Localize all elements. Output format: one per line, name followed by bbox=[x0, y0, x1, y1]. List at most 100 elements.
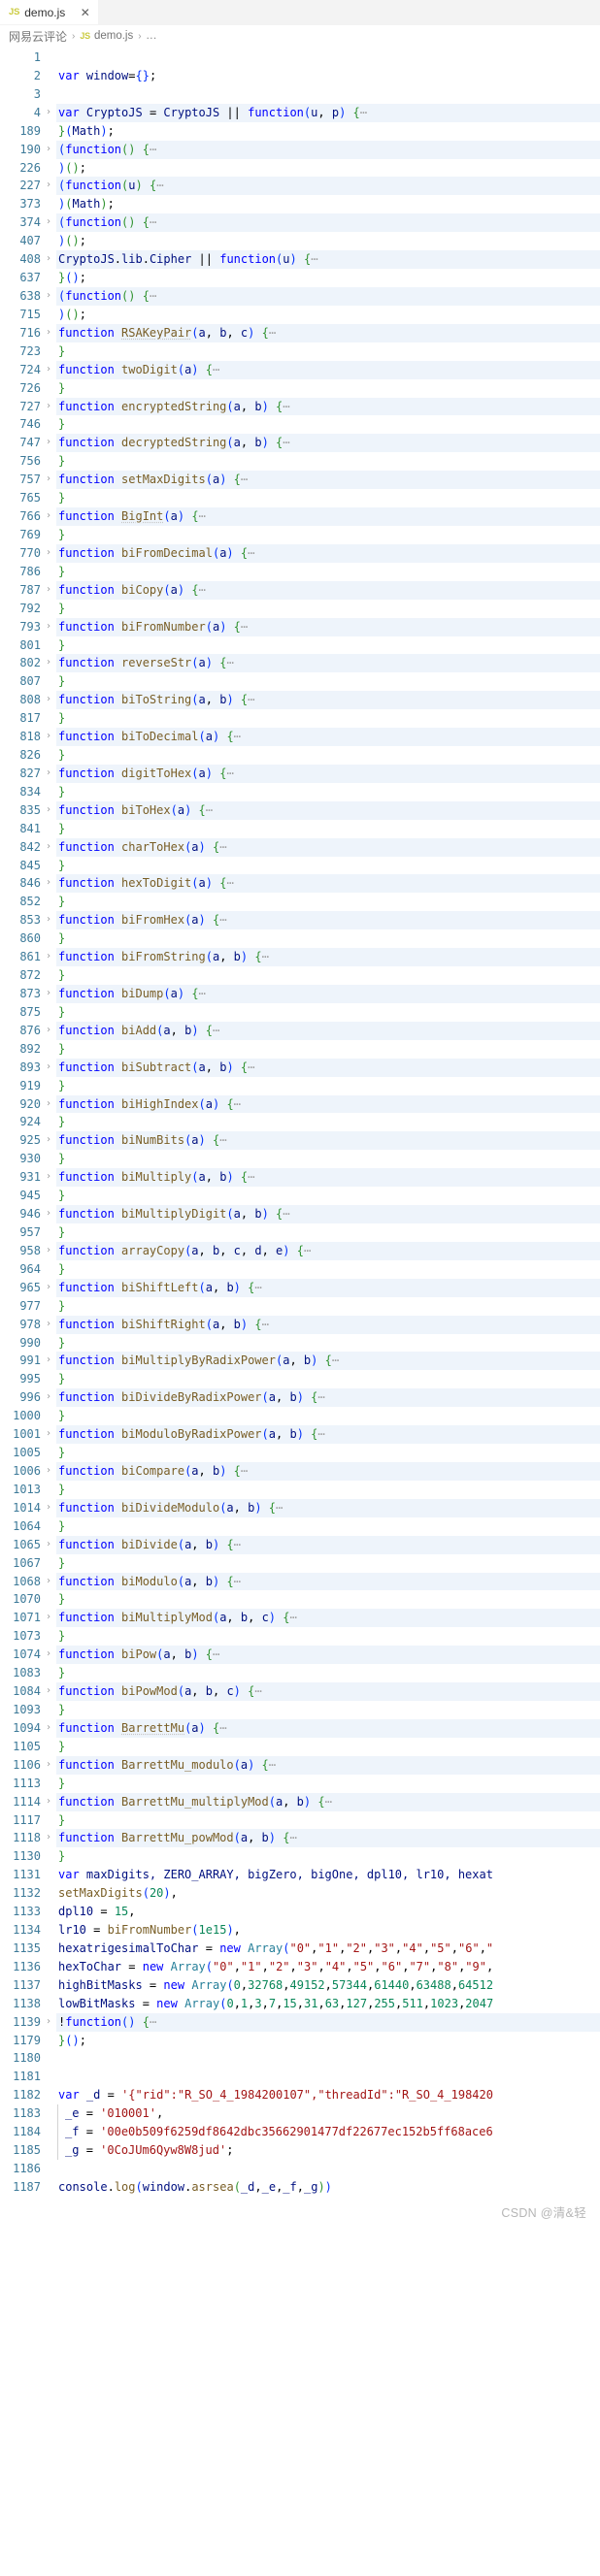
fold-chevron-icon[interactable]: › bbox=[41, 1205, 56, 1223]
fold-chevron-icon[interactable]: › bbox=[41, 765, 56, 783]
code-line-content[interactable]: function BarrettMu(a) {⋯ bbox=[56, 1718, 600, 1738]
code-line[interactable]: 1093} bbox=[0, 1701, 600, 1719]
code-line-content[interactable]: function twoDigit(a) {⋯ bbox=[56, 360, 600, 379]
code-line-content[interactable]: function biToDecimal(a) {⋯ bbox=[56, 728, 600, 747]
code-line[interactable]: 1138 lowBitMasks = new Array(0,1,3,7,15,3… bbox=[0, 1995, 600, 2013]
code-line-content[interactable]: } bbox=[56, 929, 600, 948]
code-line[interactable]: 802 › function reverseStr(a) {⋯ bbox=[0, 654, 600, 673]
code-line-content[interactable]: } bbox=[56, 672, 600, 691]
fold-chevron-icon[interactable]: › bbox=[41, 1316, 56, 1334]
fold-chevron-icon[interactable]: › bbox=[41, 1609, 56, 1627]
code-line-content[interactable]: } bbox=[56, 1627, 600, 1646]
code-line-content[interactable]: CryptoJS.lib.Cipher || function(u) {⋯ bbox=[56, 250, 600, 270]
code-line-content[interactable]: } bbox=[56, 1481, 600, 1499]
code-line[interactable]: 1084 › function biPowMod(a, b, c) {⋯ bbox=[0, 1682, 600, 1701]
code-line[interactable]: 1132 setMaxDigits(20), bbox=[0, 1884, 600, 1903]
code-line-content[interactable]: } bbox=[56, 783, 600, 801]
fold-chevron-icon[interactable]: › bbox=[41, 434, 56, 452]
code-line-content[interactable]: function biPowMod(a, b, c) {⋯ bbox=[56, 1682, 600, 1701]
code-line-content[interactable]: lowBitMasks = new Array(0,1,3,7,15,31,63… bbox=[56, 1995, 600, 2013]
code-line[interactable]: 1106 › function BarrettMu_modulo(a) {⋯ bbox=[0, 1755, 600, 1775]
code-line-content[interactable]: function biPow(a, b) {⋯ bbox=[56, 1646, 600, 1665]
fold-chevron-icon[interactable]: › bbox=[41, 1279, 56, 1297]
code-line[interactable]: 827 › function digitToHex(a) {⋯ bbox=[0, 764, 600, 783]
fold-chevron-icon[interactable]: › bbox=[41, 1719, 56, 1738]
fold-chevron-icon[interactable]: › bbox=[41, 544, 56, 563]
fold-chevron-icon[interactable]: › bbox=[41, 838, 56, 857]
code-line[interactable]: 190 › (function() {⋯ bbox=[0, 140, 600, 159]
fold-chevron-icon[interactable]: › bbox=[41, 324, 56, 342]
code-line-content[interactable]: } bbox=[56, 893, 600, 911]
code-line-content[interactable]: (function() {⋯ bbox=[56, 213, 600, 233]
code-line-content[interactable]: function biMultiplyMod(a, b, c) {⋯ bbox=[56, 1609, 600, 1628]
code-line[interactable]: 757 › function setMaxDigits(a) {⋯ bbox=[0, 471, 600, 490]
code-line-content[interactable]: } bbox=[56, 1664, 600, 1682]
code-line[interactable]: 1139 › !function() {⋯ bbox=[0, 2012, 600, 2032]
code-line[interactable]: 407)(); bbox=[0, 232, 600, 250]
code-line-content[interactable]: } bbox=[56, 1407, 600, 1425]
code-line[interactable]: 808 › function biToString(a, b) {⋯ bbox=[0, 691, 600, 710]
code-line-content[interactable]: function BarrettMu_multiplyMod(a, b) {⋯ bbox=[56, 1792, 600, 1811]
code-line-content[interactable]: setMaxDigits(20), bbox=[56, 1884, 600, 1903]
code-line-content[interactable]: function biShiftRight(a, b) {⋯ bbox=[56, 1315, 600, 1334]
code-line-content[interactable]: function biDivideModulo(a, b) {⋯ bbox=[56, 1498, 600, 1517]
code-line[interactable]: 958 › function arrayCopy(a, b, c, d, e) {⋯ bbox=[0, 1241, 600, 1260]
code-line-content[interactable]: } bbox=[56, 342, 600, 361]
code-line-content[interactable]: } bbox=[56, 1297, 600, 1316]
code-line-content[interactable]: function biDump(a) {⋯ bbox=[56, 985, 600, 1003]
code-line[interactable]: 1137 highBitMasks = new Array(0,32768,491… bbox=[0, 1976, 600, 1995]
code-line[interactable]: 727 › function encryptedString(a, b) {⋯ bbox=[0, 397, 600, 416]
code-line[interactable]: 638 › (function() {⋯ bbox=[0, 286, 600, 306]
code-line[interactable]: 1006 › function biCompare(a, b) {⋯ bbox=[0, 1461, 600, 1481]
code-line[interactable]: 991 › function biMultiplyByRadixPower(a, b… bbox=[0, 1352, 600, 1371]
code-line[interactable]: 925 › function biNumBits(a) {⋯ bbox=[0, 1131, 600, 1151]
code-line[interactable]: 637}(); bbox=[0, 269, 600, 287]
code-line-content[interactable]: var maxDigits, ZERO_ARRAY, bigZero, bigO… bbox=[56, 1866, 600, 1884]
code-line-content[interactable]: _f = '00e0b509f6259df8642dbc35662901477d… bbox=[57, 2123, 600, 2142]
code-line[interactable]: 1070} bbox=[0, 1590, 600, 1609]
code-line[interactable]: 716 › function RSAKeyPair(a, b, c) {⋯ bbox=[0, 323, 600, 342]
code-line[interactable]: 818 › function biToDecimal(a) {⋯ bbox=[0, 728, 600, 747]
code-line-content[interactable]: } bbox=[56, 746, 600, 765]
code-line-content[interactable]: function biCopy(a) {⋯ bbox=[56, 580, 600, 600]
code-line-content[interactable]: } bbox=[56, 1738, 600, 1756]
code-line[interactable]: 826} bbox=[0, 746, 600, 765]
code-line-content[interactable]: } bbox=[56, 1003, 600, 1022]
code-line[interactable]: 1187 console.log(window.asrsea(_d,_e,_f,_… bbox=[0, 2178, 600, 2197]
code-line[interactable]: 957} bbox=[0, 1223, 600, 1242]
fold-chevron-icon[interactable]: › bbox=[41, 471, 56, 489]
code-line-content[interactable]: function biDivide(a, b) {⋯ bbox=[56, 1535, 600, 1554]
code-line-content[interactable]: (function() {⋯ bbox=[56, 286, 600, 306]
code-line[interactable]: 1113} bbox=[0, 1775, 600, 1793]
code-line-content[interactable]: } bbox=[56, 1370, 600, 1388]
code-line[interactable]: 834} bbox=[0, 783, 600, 801]
code-line[interactable]: 1094 › function BarrettMu(a) {⋯ bbox=[0, 1718, 600, 1738]
code-line-content[interactable]: } bbox=[56, 1150, 600, 1168]
code-line[interactable]: 715)(); bbox=[0, 306, 600, 324]
fold-chevron-icon[interactable]: › bbox=[41, 1536, 56, 1554]
code-line-content[interactable]: function BarrettMu_powMod(a, b) {⋯ bbox=[56, 1829, 600, 1848]
fold-chevron-icon[interactable]: › bbox=[41, 1425, 56, 1444]
code-line-content[interactable]: } bbox=[56, 1113, 600, 1131]
code-line-content[interactable]: } bbox=[56, 1040, 600, 1059]
code-line[interactable]: 931 › function biMultiply(a, b) {⋯ bbox=[0, 1168, 600, 1188]
code-line[interactable]: 872} bbox=[0, 966, 600, 985]
code-line-content[interactable]: function setMaxDigits(a) {⋯ bbox=[56, 471, 600, 490]
fold-chevron-icon[interactable]: › bbox=[41, 618, 56, 636]
fold-chevron-icon[interactable]: › bbox=[41, 1131, 56, 1150]
code-line[interactable]: 1184 _f = '00e0b509f6259df8642dbc35662901… bbox=[0, 2123, 600, 2142]
code-line[interactable]: 853 › function biFromHex(a) {⋯ bbox=[0, 911, 600, 930]
fold-chevron-icon[interactable]: › bbox=[41, 1793, 56, 1811]
fold-chevron-icon[interactable]: › bbox=[41, 1682, 56, 1701]
fold-chevron-icon[interactable]: › bbox=[41, 104, 56, 122]
code-line-content[interactable]: function biMultiply(a, b) {⋯ bbox=[56, 1168, 600, 1188]
code-line[interactable]: 726} bbox=[0, 379, 600, 398]
fold-chevron-icon[interactable]: › bbox=[41, 2013, 56, 2032]
code-line-content[interactable]: (function(u) {⋯ bbox=[56, 177, 600, 196]
fold-chevron-icon[interactable]: › bbox=[41, 581, 56, 600]
code-line-content[interactable]: } bbox=[56, 1701, 600, 1719]
fold-chevron-icon[interactable]: › bbox=[41, 911, 56, 929]
code-line[interactable]: 756} bbox=[0, 452, 600, 471]
code-line-content[interactable]: function hexToDigit(a) {⋯ bbox=[56, 874, 600, 894]
code-line-content[interactable]: hexatrigesimalToChar = new Array("0","1"… bbox=[56, 1940, 600, 1958]
